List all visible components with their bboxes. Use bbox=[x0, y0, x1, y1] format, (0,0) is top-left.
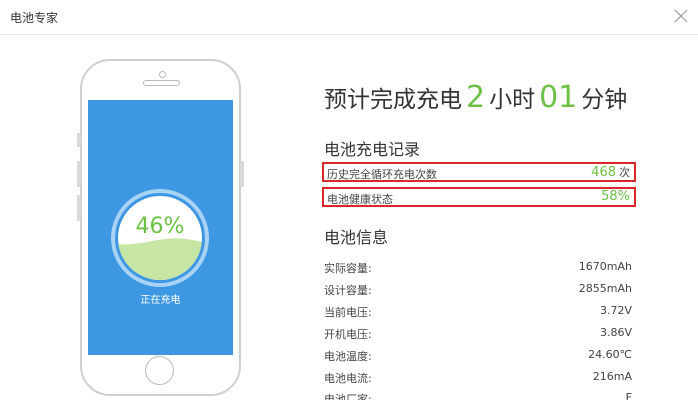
info-value: 3.72V bbox=[599, 304, 632, 317]
battery-gauge: 46% bbox=[111, 189, 209, 287]
phone-home-button bbox=[145, 356, 174, 385]
cycle-count-row: 历史完全循环充电次数 468 次 bbox=[322, 162, 636, 182]
phone-mute-switch bbox=[77, 133, 81, 147]
phone-power-button bbox=[240, 161, 244, 187]
info-row-current-voltage: 当前电压: 3.72V bbox=[324, 304, 632, 320]
info-row-manufacturer: 电池厂家: F bbox=[324, 391, 632, 400]
info-row-actual-capacity: 实际容量: 1670mAh bbox=[324, 260, 632, 276]
info-value: 2855mAh bbox=[578, 282, 632, 295]
cycle-count-value: 468 bbox=[591, 165, 616, 180]
info-value: 24.60℃ bbox=[588, 348, 632, 361]
info-label: 开机电压: bbox=[324, 328, 372, 341]
charge-record-title: 电池充电记录 bbox=[324, 140, 421, 159]
info-label: 电池厂家: bbox=[324, 393, 372, 400]
battery-health-value: 58% bbox=[601, 189, 630, 204]
phone-camera bbox=[159, 71, 166, 78]
info-label: 电池电流: bbox=[324, 372, 372, 385]
info-value: 216mA bbox=[592, 370, 632, 383]
info-value: 1670mAh bbox=[578, 260, 632, 273]
info-value: 3.86V bbox=[599, 326, 632, 339]
info-label: 当前电压: bbox=[324, 306, 372, 319]
battery-health-row: 电池健康状态 58% bbox=[322, 187, 636, 207]
info-label: 电池温度: bbox=[324, 350, 372, 363]
info-row-boot-voltage: 开机电压: 3.86V bbox=[324, 326, 632, 342]
battery-level-fill bbox=[118, 238, 202, 280]
info-label: 实际容量: bbox=[324, 262, 372, 275]
info-row-design-capacity: 设计容量: 2855mAh bbox=[324, 282, 632, 298]
estimate-minutes: 01 bbox=[539, 80, 578, 115]
phone-volume-up bbox=[77, 161, 81, 187]
estimate-hours-unit: 小时 bbox=[489, 87, 536, 113]
info-row-temperature: 电池温度: 24.60℃ bbox=[324, 348, 632, 364]
cycle-count-unit: 次 bbox=[619, 166, 630, 179]
close-icon bbox=[674, 9, 688, 23]
phone-screen: 46% 正在充电 bbox=[88, 100, 233, 355]
info-label: 设计容量: bbox=[324, 284, 372, 297]
window-title: 电池专家 bbox=[10, 11, 59, 25]
info-value: F bbox=[625, 391, 632, 400]
close-button[interactable] bbox=[672, 7, 690, 25]
estimate-prefix: 预计完成充电 bbox=[324, 87, 462, 113]
info-row-current: 电池电流: 216mA bbox=[324, 370, 632, 386]
phone-volume-down bbox=[77, 195, 81, 221]
phone-speaker bbox=[143, 80, 180, 86]
phone-illustration: 46% 正在充电 bbox=[77, 59, 244, 396]
battery-expert-window: 电池专家 46% 正在充电 预计完成充电 2 小时 01 分钟 电池充电记录 历… bbox=[0, 0, 698, 400]
battery-info-title: 电池信息 bbox=[324, 228, 389, 247]
charging-status: 正在充电 bbox=[140, 295, 181, 306]
battery-health-label: 电池健康状态 bbox=[327, 193, 393, 206]
cycle-count-label: 历史完全循环充电次数 bbox=[327, 168, 437, 181]
estimate-minutes-unit: 分钟 bbox=[581, 87, 628, 113]
battery-percent: 46% bbox=[135, 214, 185, 239]
title-bar: 电池专家 bbox=[0, 0, 698, 35]
charge-estimate: 预计完成充电 2 小时 01 分钟 bbox=[324, 80, 627, 115]
estimate-hours: 2 bbox=[466, 80, 486, 115]
